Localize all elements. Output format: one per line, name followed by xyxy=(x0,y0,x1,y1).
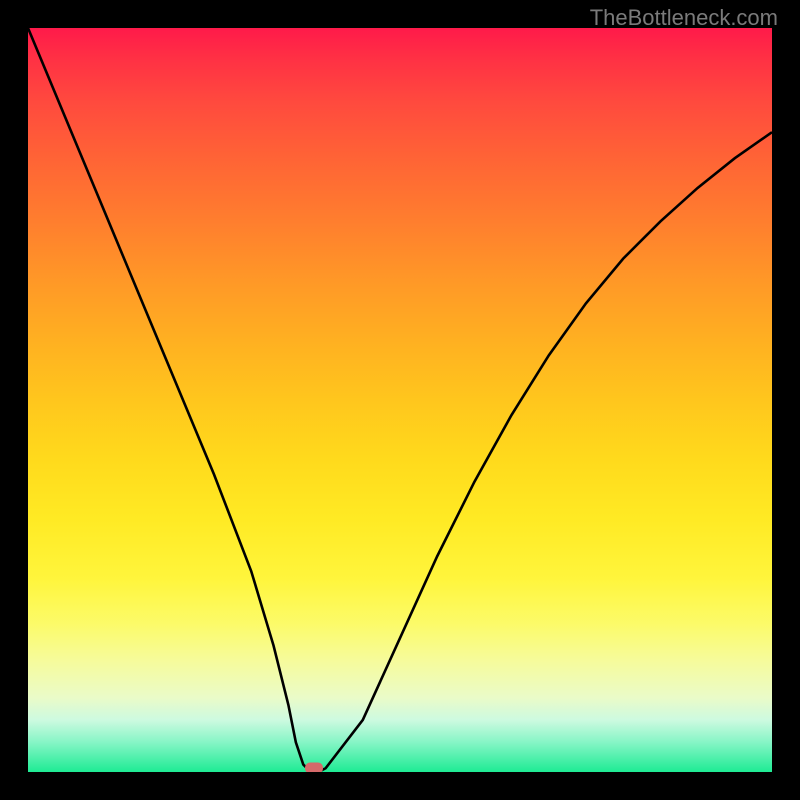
bottleneck-curve xyxy=(28,28,772,772)
optimal-point-marker xyxy=(305,763,323,772)
watermark-text: TheBottleneck.com xyxy=(590,5,778,31)
curve-svg xyxy=(28,28,772,772)
plot-area xyxy=(28,28,772,772)
